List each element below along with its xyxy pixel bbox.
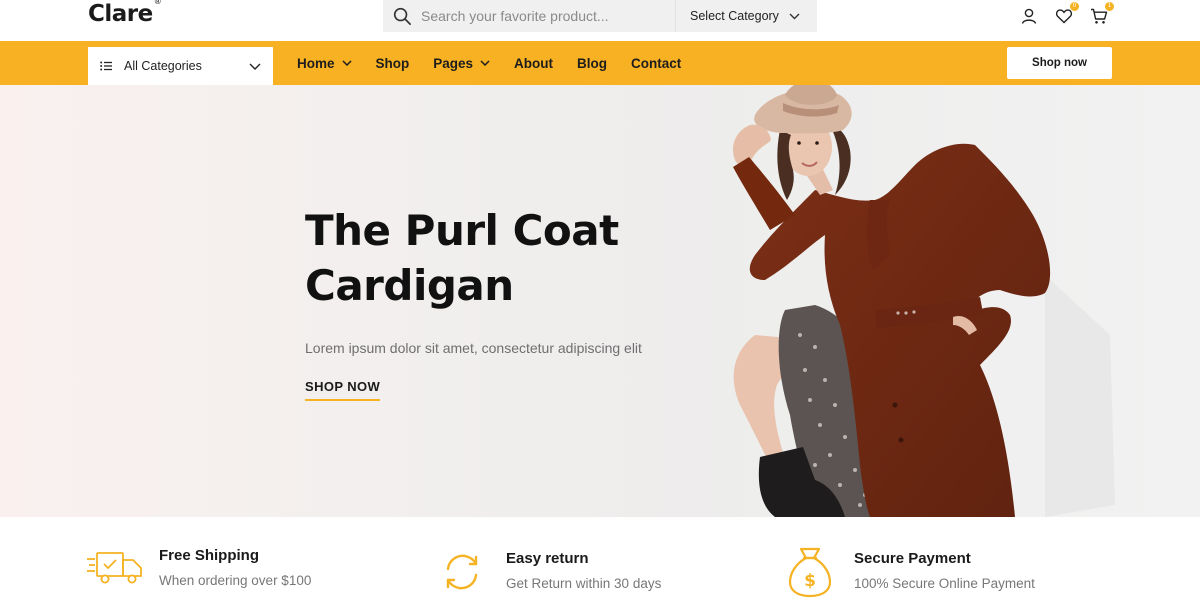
top-header: Clare® Select Category 0 1	[0, 0, 1200, 41]
nav-item-pages[interactable]: Pages	[433, 56, 490, 71]
money-bag-icon: $	[788, 547, 832, 598]
nav-item-label: Contact	[631, 55, 682, 71]
feature-desc: 100% Secure Online Payment	[854, 576, 1035, 591]
wishlist-badge: 0	[1070, 2, 1079, 11]
hero-title: The Purl Coat Cardigan	[305, 203, 705, 313]
nav-item-shop[interactable]: Shop	[376, 56, 410, 71]
feature-desc: Get Return within 30 days	[506, 576, 662, 591]
nav-item-contact[interactable]: Contact	[631, 56, 681, 71]
chevron-down-icon	[789, 13, 800, 19]
hero-subtitle: Lorem ipsum dolor sit amet, consectetur …	[305, 340, 642, 356]
search-input[interactable]	[421, 0, 675, 32]
hero-title-line2: Cardigan	[305, 261, 514, 310]
nav-item-label: Home	[297, 55, 335, 71]
feature-title: Easy return	[506, 550, 589, 567]
category-select[interactable]: Select Category	[676, 0, 817, 32]
nav-item-home[interactable]: Home	[297, 56, 352, 71]
feature-secure-payment: $ Secure Payment 100% Secure Online Paym…	[788, 517, 1200, 600]
shop-now-button[interactable]: Shop now	[1007, 47, 1112, 79]
chevron-down-icon	[249, 63, 261, 70]
hero-model-image	[715, 85, 1200, 517]
list-icon	[100, 61, 112, 71]
wishlist-icon[interactable]: 0	[1055, 2, 1079, 25]
hero-banner: The Purl Coat Cardigan Lorem ipsum dolor…	[0, 85, 1200, 517]
nav-item-label: Blog	[577, 55, 608, 71]
hero-shop-now-link[interactable]: SHOP NOW	[305, 379, 381, 401]
chevron-down-icon	[480, 60, 490, 66]
main-nav-bar: All Categories Home Shop Pages About Blo…	[0, 41, 1200, 85]
main-menu: Home Shop Pages About Blog Contact	[297, 41, 681, 85]
feature-title: Secure Payment	[854, 550, 971, 567]
nav-item-label: Pages	[433, 55, 474, 71]
user-icon[interactable]	[1020, 7, 1038, 25]
header-actions: 0 1	[1020, 2, 1114, 28]
truck-icon	[87, 552, 142, 584]
cart-icon[interactable]: 1	[1090, 2, 1114, 25]
category-select-label: Select Category	[690, 9, 779, 23]
search-icon[interactable]	[383, 0, 421, 32]
registered-mark: ®	[153, 0, 162, 7]
chevron-down-icon	[341, 60, 352, 66]
feature-free-shipping: Free Shipping When ordering over $100	[0, 517, 400, 600]
nav-item-blog[interactable]: Blog	[577, 56, 607, 71]
feature-easy-return: Easy return Get Return within 30 days	[400, 517, 800, 600]
refresh-icon	[446, 554, 478, 590]
nav-item-label: Shop	[375, 55, 410, 71]
feature-title: Free Shipping	[159, 547, 260, 564]
search-bar: Select Category	[383, 0, 817, 32]
svg-text:$: $	[804, 571, 816, 591]
feature-desc: When ordering over $100	[159, 573, 312, 588]
hero-title-line1: The Purl Coat	[305, 206, 619, 255]
nav-item-label: About	[514, 55, 554, 71]
site-logo[interactable]: Clare®	[88, 0, 162, 27]
all-categories-label: All Categories	[124, 59, 202, 73]
cart-badge: 1	[1105, 2, 1114, 11]
all-categories-dropdown[interactable]: All Categories	[88, 47, 273, 85]
nav-item-about[interactable]: About	[514, 56, 553, 71]
features-row: Free Shipping When ordering over $100 Ea…	[0, 517, 1200, 600]
